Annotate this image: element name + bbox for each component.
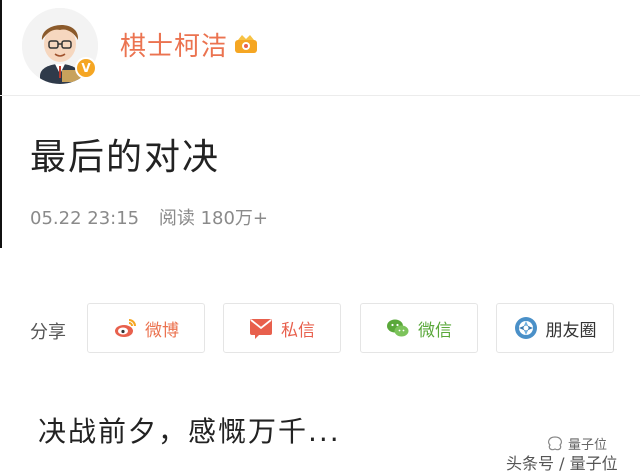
share-wechat-label: 微信 [418, 320, 452, 341]
watermark-bottom: 头条号 / 量子位 [506, 454, 618, 472]
post-header: V 棋士柯洁 [0, 0, 640, 96]
moments-icon [514, 317, 537, 339]
read-count: 阅读 180万+ [158, 208, 269, 229]
share-weibo-button[interactable]: 微博 [87, 303, 205, 353]
share-weibo-label: 微博 [145, 320, 179, 341]
share-wechat-button[interactable]: 微信 [360, 303, 478, 353]
share-dm-label: 私信 [281, 320, 315, 341]
post-meta: 05.22 23:15 阅读 180万+ [30, 204, 268, 230]
wechat-icon [387, 319, 409, 337]
share-moments-button[interactable]: 朋友圈 [496, 303, 614, 353]
share-moments-label: 朋友圈 [545, 320, 597, 341]
vip-crown-icon[interactable] [234, 34, 258, 54]
share-dm-button[interactable]: 私信 [223, 303, 341, 353]
verified-badge-icon: V [75, 57, 97, 79]
post-body: 决战前夕，感慨万千... [38, 415, 341, 448]
weibo-icon [115, 319, 136, 337]
share-label: 分享 [30, 322, 66, 343]
post-date: 05.22 23:15 [30, 208, 140, 229]
post-title: 最后的对决 [30, 137, 221, 178]
message-icon [250, 319, 272, 339]
username[interactable]: 棋士柯洁 [120, 26, 228, 63]
